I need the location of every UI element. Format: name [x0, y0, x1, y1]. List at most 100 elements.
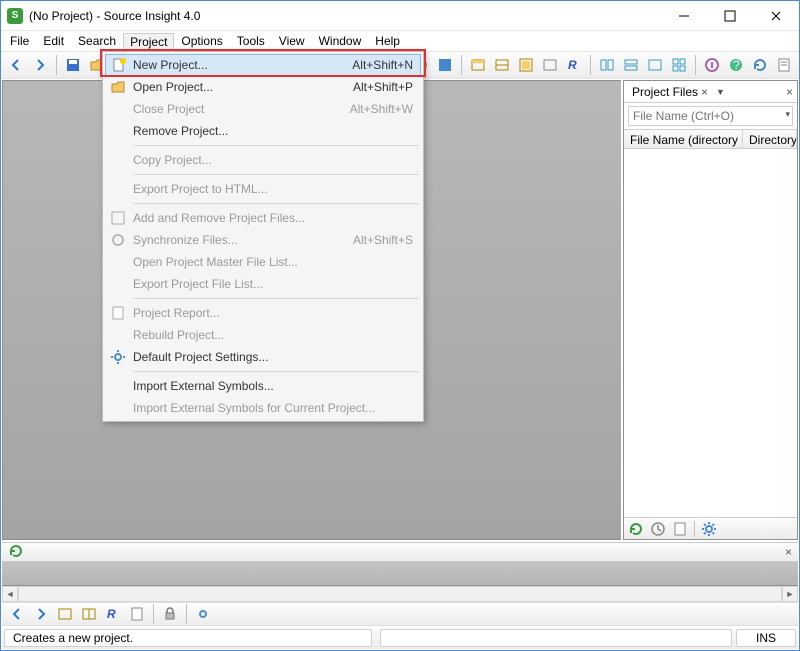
dock-scrollbar[interactable]: ◄ ► — [2, 586, 798, 602]
panel-close-icon[interactable]: × — [786, 85, 793, 99]
column-directory[interactable]: Directory — [743, 130, 797, 148]
title-bar: S (No Project) - Source Insight 4.0 — [1, 1, 799, 31]
menu-view[interactable]: View — [272, 32, 312, 50]
back-button[interactable] — [6, 603, 28, 625]
dock-close-icon[interactable]: × — [785, 545, 792, 559]
open-icon — [109, 78, 127, 96]
menu-item-default-project-settings[interactable]: Default Project Settings... — [105, 346, 421, 368]
filter-row: ▾ — [624, 103, 797, 129]
menu-item-add-and-remove-project-files: Add and Remove Project Files... — [105, 207, 421, 229]
save-button[interactable] — [62, 54, 84, 76]
new-icon — [110, 56, 128, 74]
menu-item-export-project-to-html: Export Project to HTML... — [105, 178, 421, 200]
menu-item-label: New Project... — [133, 58, 208, 72]
panel-tab-close-icon[interactable]: × — [701, 85, 708, 99]
maximize-button[interactable] — [707, 1, 753, 31]
back-button[interactable] — [5, 54, 27, 76]
menu-separator — [133, 298, 419, 299]
menu-options[interactable]: Options — [174, 32, 229, 50]
toolbar-icon[interactable] — [491, 54, 513, 76]
close-button[interactable] — [753, 1, 799, 31]
project-files-panel: Project Files × ▼ × ▾ File Name (directo… — [623, 80, 798, 540]
menu-item-remove-project[interactable]: Remove Project... — [105, 120, 421, 142]
column-file-name[interactable]: File Name (directory order) — [624, 130, 743, 148]
lock-icon[interactable] — [159, 603, 181, 625]
menu-item-label: Open Project... — [133, 80, 213, 94]
toolbar-separator — [461, 55, 462, 75]
toolbar-separator — [186, 604, 187, 624]
toolbar-icon[interactable]: R — [563, 54, 585, 76]
menu-item-new-project[interactable]: New Project...Alt+Shift+N — [105, 54, 421, 76]
menu-project[interactable]: Project — [123, 33, 174, 50]
toolbar-icon[interactable] — [701, 54, 723, 76]
menu-item-import-external-symbols[interactable]: Import External Symbols... — [105, 375, 421, 397]
menu-item-label: Rebuild Project... — [133, 328, 224, 342]
gear-icon[interactable] — [192, 603, 214, 625]
status-bar: Creates a new project. INS — [2, 627, 798, 649]
menu-item-label: Copy Project... — [133, 153, 212, 167]
gear-icon — [109, 348, 127, 366]
gear-icon[interactable] — [701, 521, 717, 537]
panel-tab-dropdown-icon[interactable]: ▼ — [716, 87, 725, 97]
menu-item-project-report: Project Report... — [105, 302, 421, 324]
menu-item-export-project-file-list: Export Project File List... — [105, 273, 421, 295]
menu-item-import-external-symbols-for-current-project: Import External Symbols for Current Proj… — [105, 397, 421, 419]
clock-icon[interactable] — [650, 521, 666, 537]
svg-text:R: R — [568, 58, 577, 72]
scroll-left-icon[interactable]: ◄ — [2, 586, 18, 602]
app-icon: S — [7, 8, 23, 24]
panel-toolbar — [624, 517, 797, 539]
toolbar-icon[interactable] — [126, 603, 148, 625]
menu-file[interactable]: File — [3, 32, 36, 50]
document-icon[interactable] — [672, 521, 688, 537]
panel-tab-project-files[interactable]: Project Files × — [628, 83, 712, 101]
scroll-right-icon[interactable]: ► — [782, 586, 798, 602]
toolbar-icon[interactable] — [620, 54, 642, 76]
panel-tab-label: Project Files — [632, 85, 698, 99]
menu-item-close-project: Close ProjectAlt+Shift+W — [105, 98, 421, 120]
reload-icon[interactable] — [8, 543, 24, 562]
refresh-icon[interactable] — [628, 521, 644, 537]
dock-body — [2, 562, 798, 586]
toolbar-icon[interactable] — [78, 603, 100, 625]
toolbar-icon[interactable] — [467, 54, 489, 76]
menu-edit[interactable]: Edit — [36, 32, 71, 50]
menu-item-synchronize-files: Synchronize Files...Alt+Shift+S — [105, 229, 421, 251]
svg-text:R: R — [107, 607, 116, 621]
toolbar-icon[interactable] — [644, 54, 666, 76]
menu-search[interactable]: Search — [71, 32, 123, 50]
menu-window[interactable]: Window — [312, 32, 369, 50]
dock-tab-bar: × — [2, 542, 798, 562]
menu-item-label: Open Project Master File List... — [133, 255, 298, 269]
menu-tools[interactable]: Tools — [230, 32, 272, 50]
toolbar-icon[interactable] — [54, 603, 76, 625]
toolbar-icon[interactable]: R — [102, 603, 124, 625]
toolbar-icon[interactable] — [749, 54, 771, 76]
file-name-filter-input[interactable] — [628, 106, 793, 126]
toolbar-icon[interactable] — [773, 54, 795, 76]
project-menu-dropdown: New Project...Alt+Shift+NOpen Project...… — [102, 51, 424, 422]
toolbar-icon[interactable] — [515, 54, 537, 76]
status-hint: Creates a new project. — [4, 629, 372, 647]
panel-tab-bar: Project Files × ▼ × — [624, 81, 797, 103]
toolbar-separator — [590, 55, 591, 75]
filter-dropdown-icon[interactable]: ▾ — [785, 109, 790, 120]
forward-button[interactable] — [29, 54, 51, 76]
menu-separator — [133, 371, 419, 372]
scroll-track[interactable] — [18, 586, 782, 602]
menu-separator — [133, 203, 419, 204]
menu-separator — [133, 145, 419, 146]
forward-button[interactable] — [30, 603, 52, 625]
menu-bar: File Edit Search Project Options Tools V… — [1, 31, 799, 51]
menu-item-open-project[interactable]: Open Project...Alt+Shift+P — [105, 76, 421, 98]
toolbar-icon[interactable] — [596, 54, 618, 76]
menu-item-label: Import External Symbols... — [133, 379, 274, 393]
toolbar-icon[interactable] — [434, 54, 456, 76]
menu-help[interactable]: Help — [368, 32, 407, 50]
minimize-button[interactable] — [661, 1, 707, 31]
menu-item-label: Synchronize Files... — [133, 233, 238, 247]
toolbar-icon[interactable] — [668, 54, 690, 76]
menu-item-shortcut: Alt+Shift+W — [350, 102, 413, 116]
toolbar-icon[interactable] — [539, 54, 561, 76]
toolbar-icon[interactable]: ? — [725, 54, 747, 76]
